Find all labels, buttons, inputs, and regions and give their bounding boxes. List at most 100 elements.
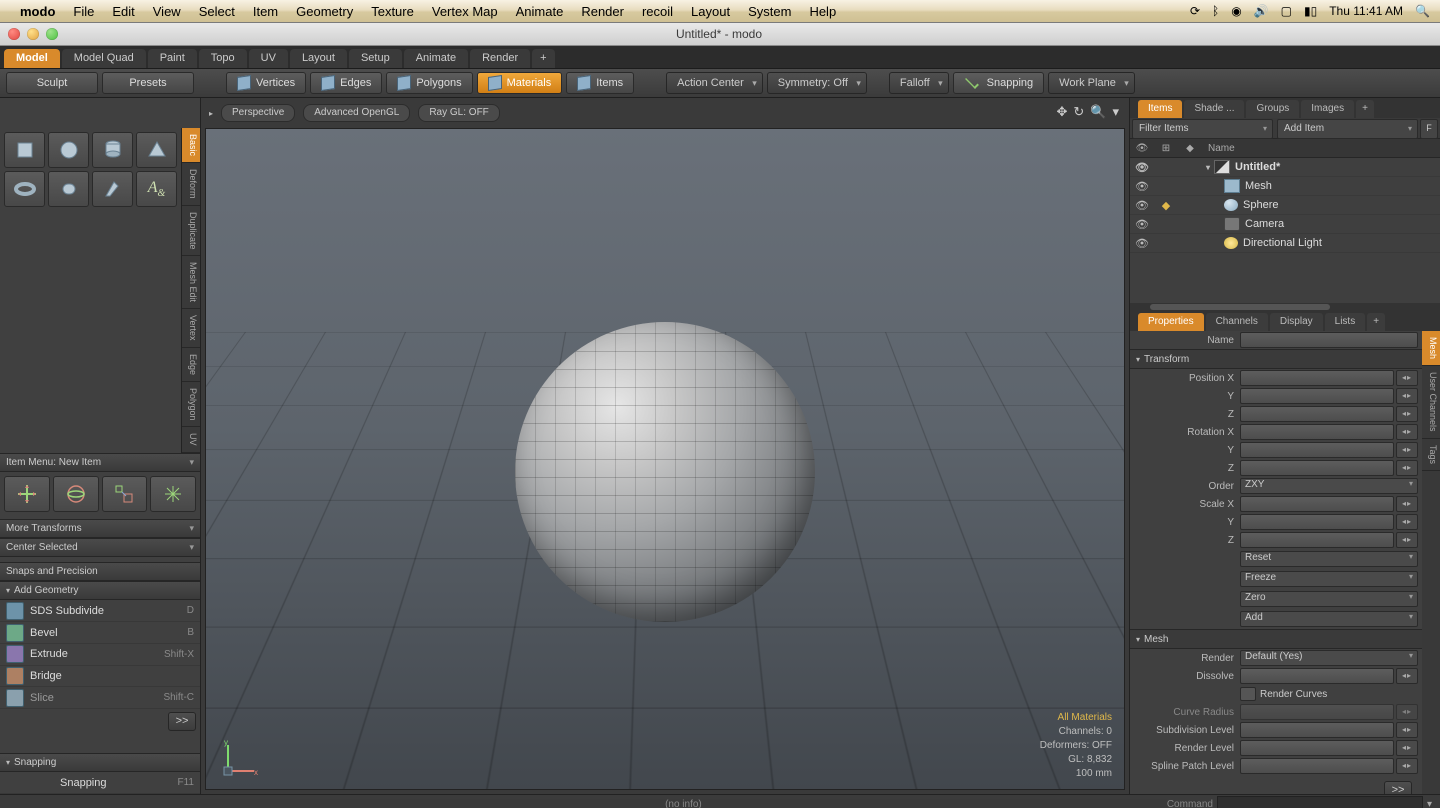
snapping-button[interactable]: Snapping [953,72,1045,94]
tab-animate[interactable]: Animate [404,49,468,68]
materials-button[interactable]: Materials [477,72,563,94]
zoom-window-button[interactable] [46,28,58,40]
tool-sds-subdivide[interactable]: SDS SubdivideD [0,600,200,622]
subdiv-spinner[interactable] [1396,722,1418,738]
viewport-3d[interactable]: All Materials Channels: 0 Deformers: OFF… [205,128,1125,790]
ptab-display[interactable]: Display [1270,313,1323,331]
render-dropdown[interactable]: Default (Yes) [1240,650,1418,666]
menu-render[interactable]: Render [581,4,624,19]
items-scrollbar[interactable] [1130,303,1440,311]
menu-edit[interactable]: Edit [112,4,134,19]
close-window-button[interactable] [8,28,20,40]
add-transform-dropdown[interactable]: Add [1240,611,1418,627]
dissolve-spinner[interactable] [1396,668,1418,684]
menu-texture[interactable]: Texture [371,4,414,19]
tab-uv[interactable]: UV [249,49,288,68]
transform-scale-button[interactable] [102,476,148,512]
transform-rotate-button[interactable] [53,476,99,512]
tool-bridge[interactable]: Bridge [0,666,200,688]
vp-menu-icon[interactable]: ▾ [1112,104,1119,120]
item-menu-dropdown[interactable]: Item Menu: New Item [0,453,200,472]
active-icon[interactable]: ◆ [1154,199,1178,212]
reset-dropdown[interactable]: Reset [1240,551,1418,567]
tab-model[interactable]: Model [4,49,60,68]
item-untitled[interactable]: 👁 ▾Untitled* [1130,158,1440,177]
prim-text-button[interactable]: A& [136,171,177,207]
render-level-field[interactable] [1240,740,1394,756]
prim-sphere-button[interactable] [48,132,89,168]
sphere-mesh[interactable] [515,322,815,622]
sync-icon[interactable]: ⟳ [1190,4,1200,18]
vtab-vertex[interactable]: Vertex [182,309,200,348]
snapping-row[interactable]: Snapping F11 [0,772,200,794]
add-item-dropdown[interactable]: Add Item [1277,119,1418,139]
rotation-x-spinner[interactable] [1396,424,1418,440]
item-light[interactable]: 👁 Directional Light [1130,234,1440,253]
vtab-duplicate[interactable]: Duplicate [182,206,200,257]
tab-render[interactable]: Render [470,49,530,68]
scale-x-field[interactable] [1240,496,1394,512]
menu-recoil[interactable]: recoil [642,4,673,19]
battery-icon[interactable]: ▮▯ [1304,4,1317,18]
eye-icon[interactable]: 👁 [1130,180,1154,193]
render-level-spinner[interactable] [1396,740,1418,756]
spline-patch-spinner[interactable] [1396,758,1418,774]
ptab-groups[interactable]: Groups [1246,100,1299,118]
freeze-dropdown[interactable]: Freeze [1240,571,1418,587]
ptab-items[interactable]: Items [1138,100,1182,118]
vtab-basic[interactable]: Basic [182,128,200,163]
prim-cone-button[interactable] [136,132,177,168]
curve-radius-field[interactable] [1240,704,1394,720]
ptab-channels[interactable]: Channels [1206,313,1268,331]
menu-view[interactable]: View [153,4,181,19]
order-dropdown[interactable]: ZXY [1240,478,1418,494]
vp-tab-opengl[interactable]: Advanced OpenGL [303,104,410,122]
ptab-add[interactable]: + [1356,100,1374,118]
filter-items-dropdown[interactable]: Filter Items [1132,119,1273,139]
col-name-header[interactable]: Name [1202,143,1440,154]
menu-layout[interactable]: Layout [691,4,730,19]
scale-z-field[interactable] [1240,532,1394,548]
col-pin-icon[interactable]: ⊞ [1154,143,1178,154]
prim-pen-button[interactable] [92,171,133,207]
transform-move-button[interactable] [4,476,50,512]
tab-model-quad[interactable]: Model Quad [62,49,146,68]
position-z-spinner[interactable] [1396,406,1418,422]
vtab-polygon[interactable]: Polygon [182,382,200,428]
vp-tab-raygl[interactable]: Ray GL: OFF [418,104,499,122]
zero-dropdown[interactable]: Zero [1240,591,1418,607]
vp-zoom-icon[interactable]: 🔍 [1090,104,1106,120]
center-selected-dropdown[interactable]: Center Selected [0,538,200,557]
ptab-shade[interactable]: Shade ... [1184,100,1244,118]
tool-slice[interactable]: SliceShift-C [0,687,200,709]
position-z-field[interactable] [1240,406,1394,422]
rotation-z-spinner[interactable] [1396,460,1418,476]
polygons-button[interactable]: Polygons [386,72,472,94]
vtab-user-channels[interactable]: User Channels [1422,366,1440,439]
rotation-z-field[interactable] [1240,460,1394,476]
find-button[interactable]: F [1420,119,1438,139]
col-color-icon[interactable]: ◆ [1178,143,1202,154]
menu-file[interactable]: File [73,4,94,19]
scale-x-spinner[interactable] [1396,496,1418,512]
menu-select[interactable]: Select [199,4,235,19]
prim-capsule-button[interactable] [48,171,89,207]
scale-z-spinner[interactable] [1396,532,1418,548]
scale-y-field[interactable] [1240,514,1394,530]
vtab-edge[interactable]: Edge [182,348,200,382]
vp-orbit-icon[interactable]: ✥ [1056,104,1067,120]
menu-help[interactable]: Help [809,4,836,19]
prim-cylinder-button[interactable] [92,132,133,168]
rotation-x-field[interactable] [1240,424,1394,440]
edges-button[interactable]: Edges [310,72,382,94]
rotation-y-spinner[interactable] [1396,442,1418,458]
item-mesh[interactable]: 👁 Mesh [1130,177,1440,196]
tab-topo[interactable]: Topo [199,49,247,68]
sculpt-button[interactable]: Sculpt [6,72,98,94]
command-dropdown-icon[interactable]: ▾ [1427,799,1432,808]
scale-y-spinner[interactable] [1396,514,1418,530]
tab-paint[interactable]: Paint [148,49,197,68]
more-transforms-dropdown[interactable]: More Transforms [0,519,200,538]
spline-patch-field[interactable] [1240,758,1394,774]
prim-torus-button[interactable] [4,171,45,207]
